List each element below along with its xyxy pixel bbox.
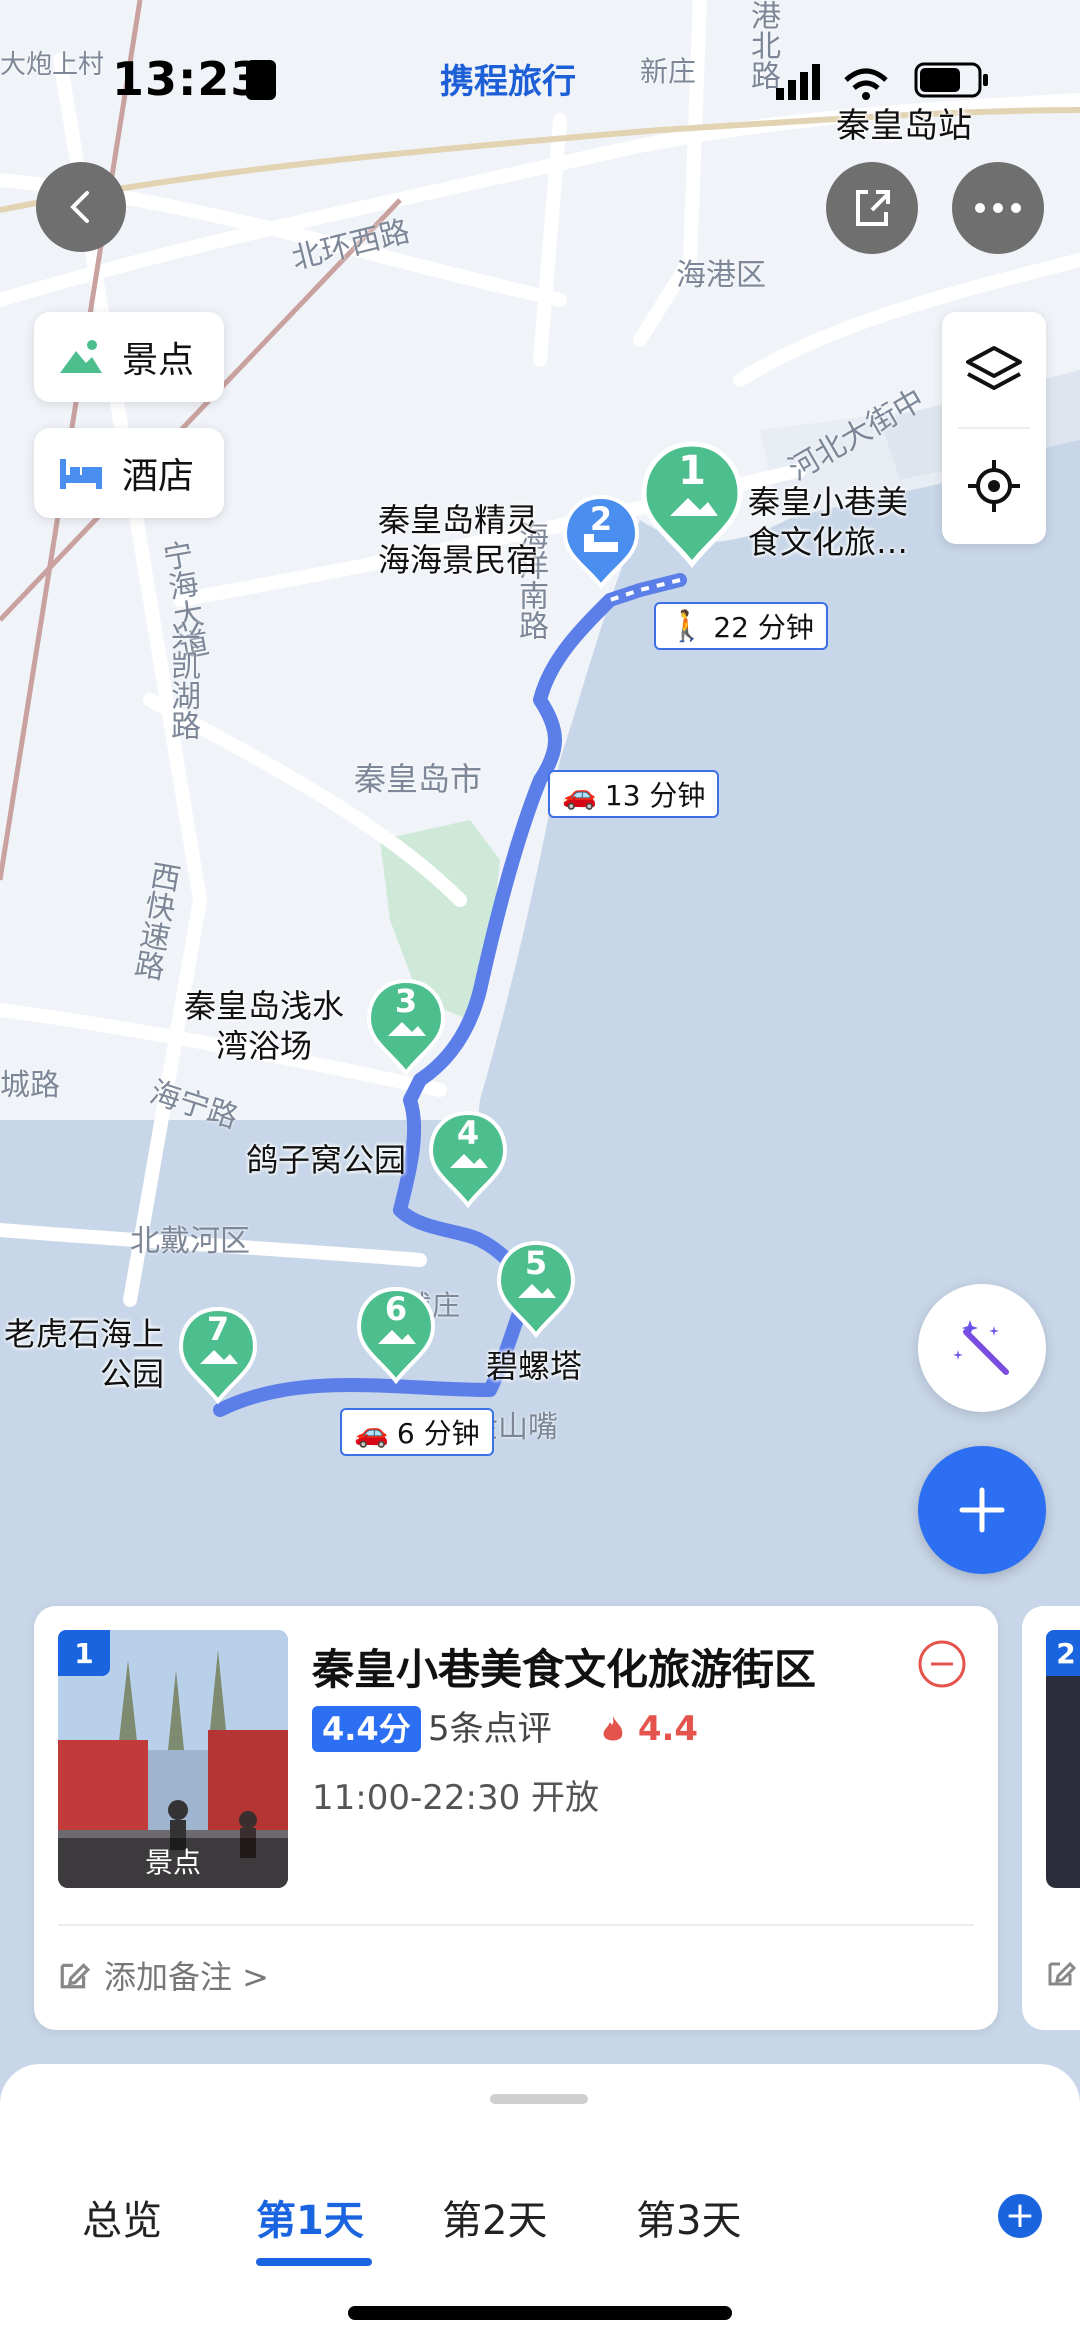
place-label: 大炮上村 [0, 50, 105, 80]
locate-icon [968, 460, 1020, 512]
plus-icon: + [1004, 2195, 1036, 2236]
layers-icon [966, 346, 1022, 390]
tab-overview[interactable]: 总览 [82, 2188, 162, 2246]
map-pin-4[interactable]: 4 [428, 1110, 508, 1210]
pin-number: 2 [589, 500, 613, 538]
pin-number: 1 [678, 448, 706, 494]
edit-icon [1048, 1961, 1076, 1986]
poi-title[interactable]: 秦皇小巷美食文化旅游街区 [312, 1636, 816, 1697]
pin-number: 5 [524, 1244, 548, 1282]
map-tools-panel [942, 312, 1046, 544]
map-pin-6[interactable]: 6 [356, 1286, 436, 1386]
place-label: 海港区 [676, 258, 766, 293]
review-count[interactable]: 5条点评 [428, 1706, 552, 1752]
magic-wand-icon [953, 1320, 1009, 1375]
bed-icon [60, 459, 102, 489]
car-icon: 🚗 [354, 1415, 389, 1449]
locate-button[interactable] [942, 428, 1046, 544]
add-day-button[interactable]: + [998, 2194, 1042, 2238]
card-divider [58, 1924, 974, 1926]
poi-label-5: 碧螺塔 [486, 1347, 583, 1385]
poi-label-2: 秦皇岛精灵 海海景民宿 [378, 501, 539, 579]
more-button[interactable] [952, 162, 1044, 254]
tab-day-1[interactable]: 第1天 [256, 2188, 364, 2246]
poi-card[interactable]: 1 景点 秦皇小巷美食文化旅游街区 4.4分 5条点评 4.4 11:00-22… [34, 1606, 998, 2030]
pin-number: 7 [206, 1310, 230, 1348]
drive-time-tag[interactable]: 🚗 13 分钟 [548, 770, 720, 818]
tab-day-2[interactable]: 第2天 [442, 2188, 547, 2246]
drive-time-tag[interactable]: 🚗 6 分钟 [340, 1408, 494, 1456]
road-label: 城路 [0, 1068, 60, 1103]
mountain-icon [60, 340, 102, 373]
map-pin-2[interactable]: 2 [562, 494, 640, 590]
plus-icon [959, 1487, 1005, 1533]
next-poi-index: 2 [1046, 1630, 1080, 1676]
map-pin-3[interactable]: 3 [366, 978, 446, 1078]
home-indicator[interactable] [348, 2306, 732, 2320]
chevron-left-icon [70, 191, 89, 223]
pin-number: 4 [456, 1114, 480, 1152]
place-label: 新庄 [640, 55, 697, 88]
edit-icon [60, 1963, 90, 1989]
walk-time-tag[interactable]: 🚶 22 分钟 [654, 602, 828, 650]
tab-day-3[interactable]: 第3天 [636, 2188, 741, 2246]
map-pin-7[interactable]: 7 [178, 1306, 258, 1406]
status-icons [776, 62, 988, 100]
poi-label-3: 秦皇岛浅水 湾浴场 [184, 987, 345, 1065]
hotels-filter-button[interactable]: 酒店 [34, 428, 224, 518]
road-label: 兴凯湖路 [165, 620, 200, 740]
place-label: 北戴河区 [130, 1224, 250, 1259]
score-badge: 4.4分 [312, 1706, 421, 1752]
active-tab-indicator [256, 2258, 372, 2266]
next-poi-card[interactable]: 2 [1022, 1606, 1080, 2030]
poi-label-1: 秦皇小巷美 食文化旅… [748, 483, 909, 561]
poi-category-label: 景点 [58, 1838, 288, 1888]
poi-index-badge: 1 [58, 1630, 110, 1676]
add-note-button[interactable]: 添加备注 > [58, 1952, 269, 1998]
wifi-icon [844, 68, 888, 100]
car-icon: 🚗 [562, 777, 597, 811]
minus-circle-icon [918, 1640, 966, 1688]
brand-banner[interactable]: 携程旅行 [440, 54, 576, 103]
share-button[interactable] [826, 162, 918, 254]
flame-icon [603, 1716, 623, 1741]
ai-assistant-button[interactable] [918, 1284, 1046, 1412]
battery-icon [914, 62, 988, 98]
add-poi-button[interactable] [918, 1446, 1046, 1574]
walk-icon: 🚶 [668, 608, 706, 644]
back-button[interactable] [36, 162, 126, 252]
status-time: 13:23 [112, 52, 264, 106]
more-dots-icon [975, 203, 1021, 213]
sights-filter-button[interactable]: 景点 [34, 312, 224, 402]
poi-label-7: 老虎石海上 公园 [3, 1315, 164, 1393]
heat-score: 4.4 [600, 1706, 698, 1752]
opening-hours: 11:00-22:30 开放 [312, 1778, 600, 1818]
pin-number: 6 [384, 1290, 408, 1328]
map-pin-1[interactable]: 1 [640, 440, 744, 570]
map-pin-5[interactable]: 5 [496, 1240, 576, 1340]
lock-screen-icon [246, 60, 276, 100]
station-label: 秦皇岛站 [836, 106, 972, 146]
signal-icon [776, 64, 820, 100]
pin-number: 3 [394, 982, 418, 1020]
sheet-handle[interactable] [490, 2094, 588, 2104]
place-label: 秦皇岛市 [354, 760, 483, 798]
share-icon [856, 190, 890, 226]
layers-button[interactable] [942, 312, 1046, 428]
remove-poi-button[interactable] [916, 1638, 968, 1690]
poi-label-4: 鸽子窝公园 [246, 1141, 407, 1179]
